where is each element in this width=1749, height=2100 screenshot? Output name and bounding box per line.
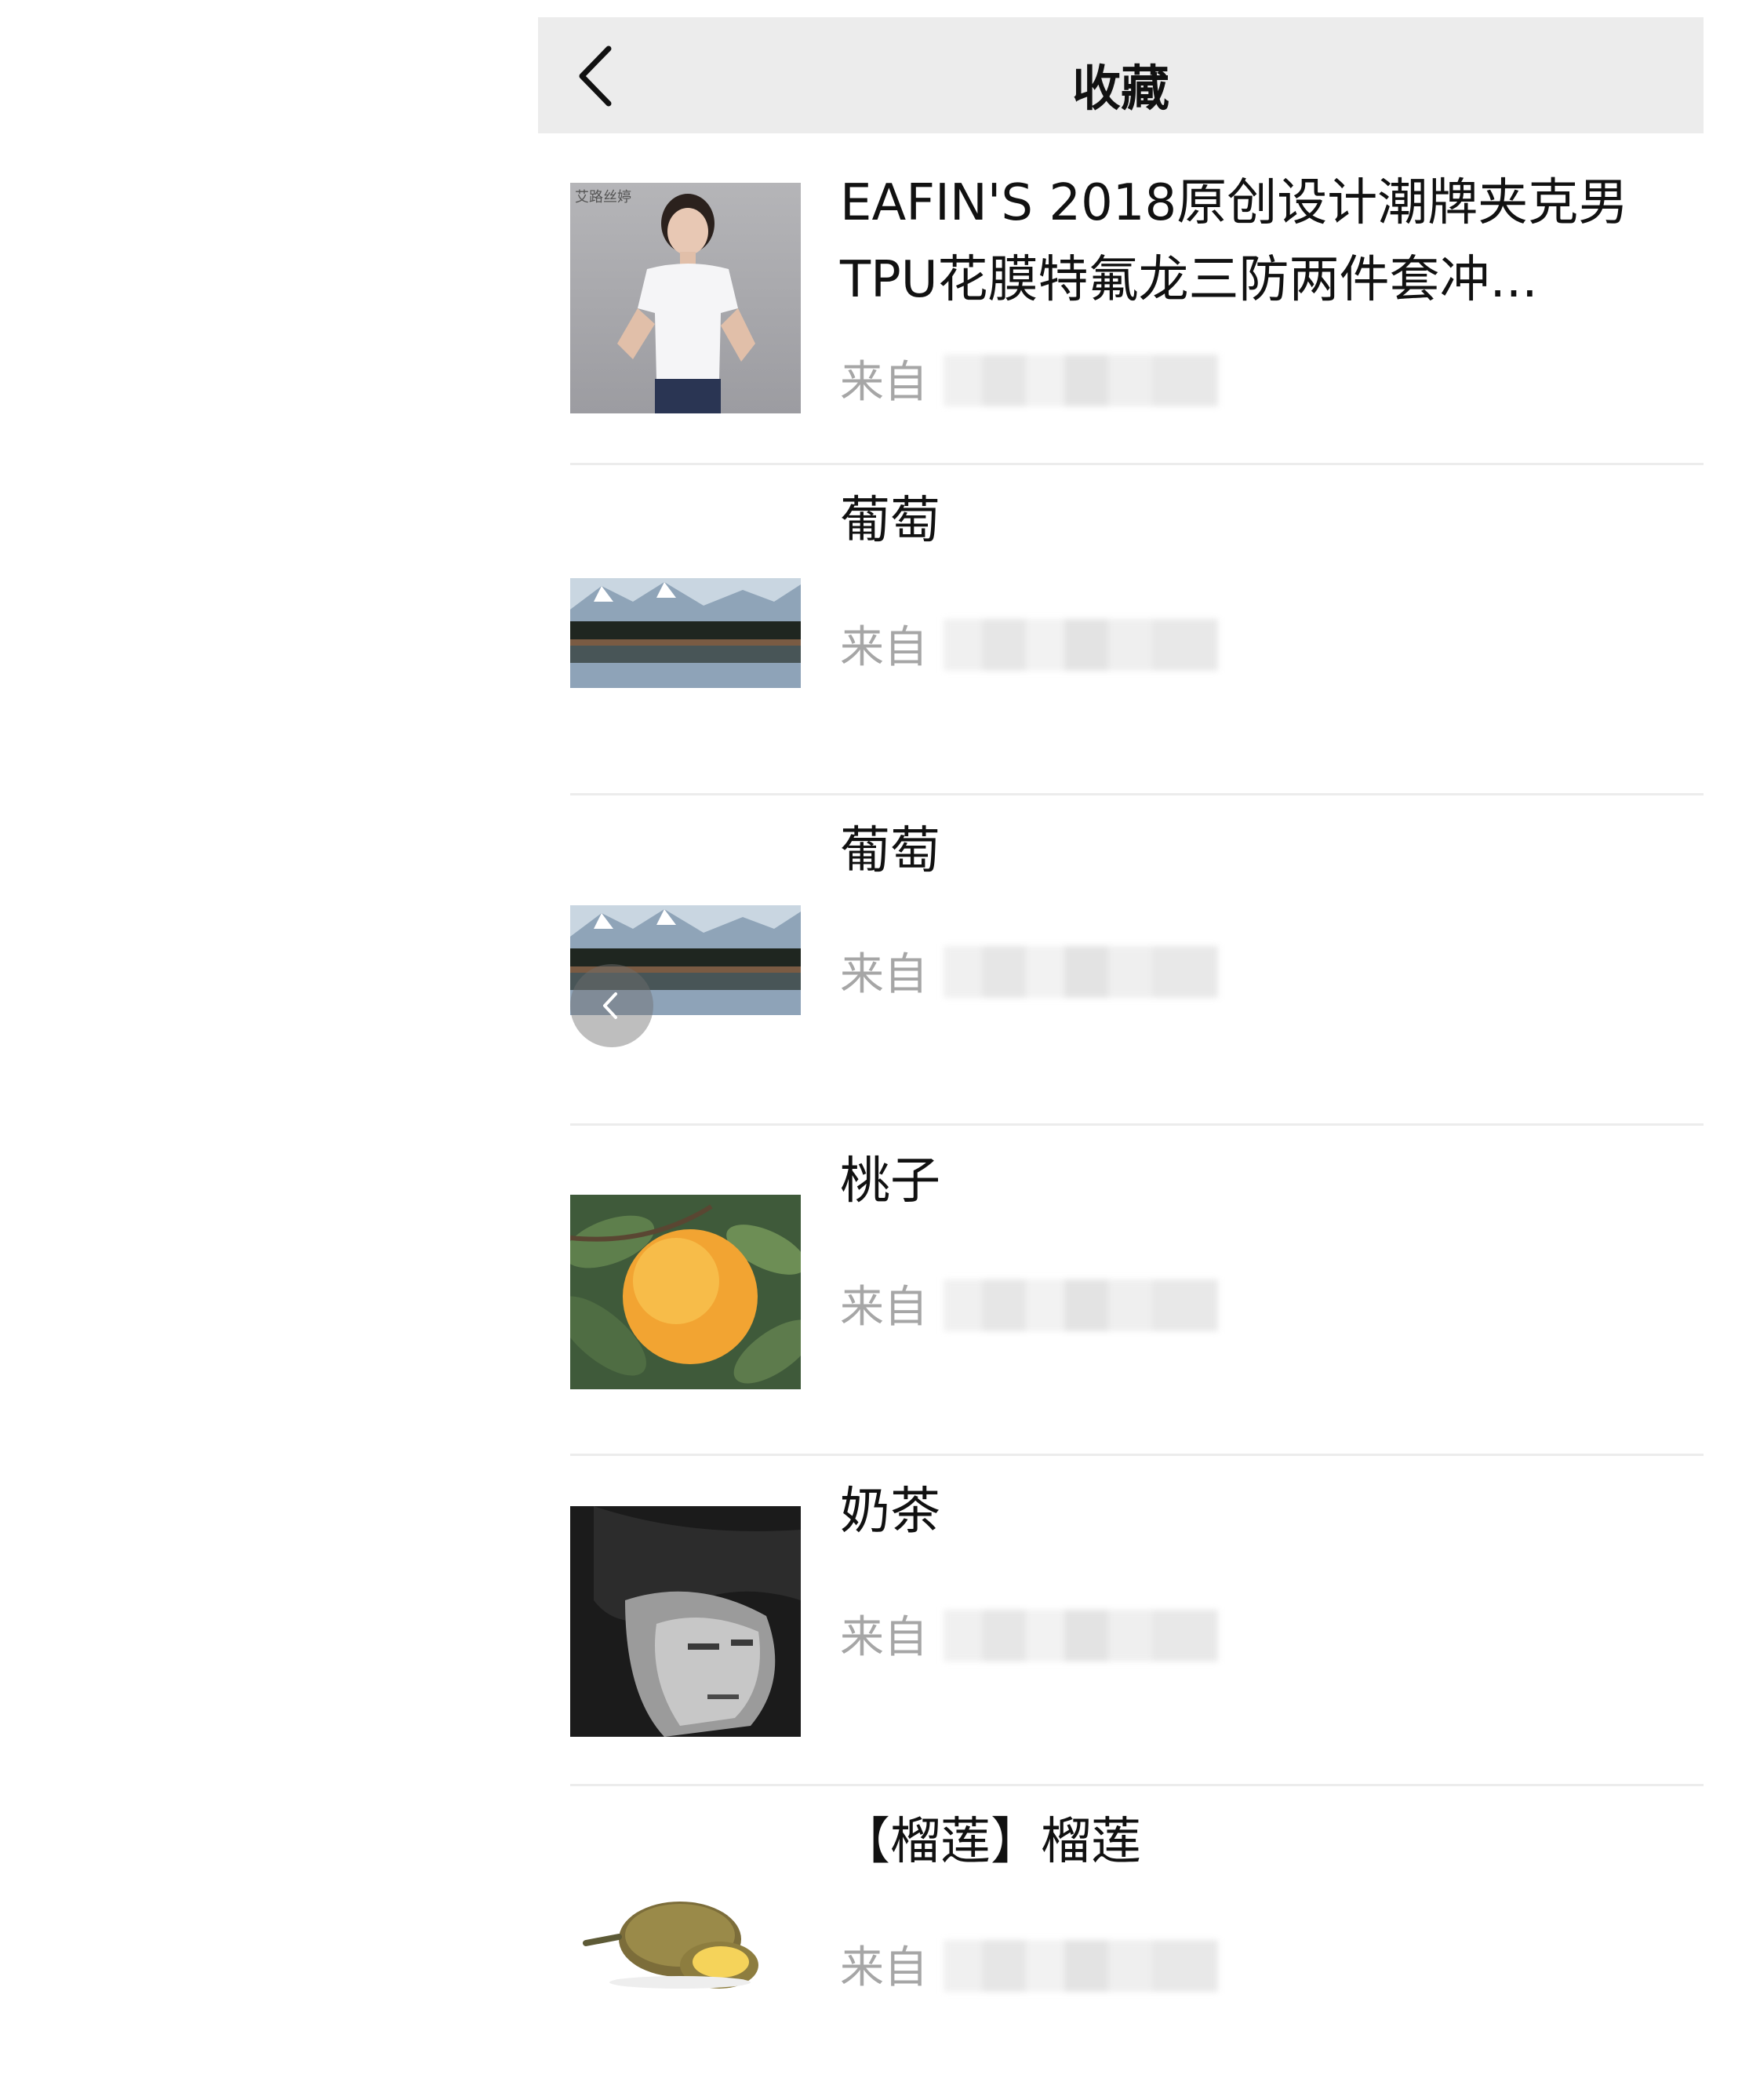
item-thumbnail	[570, 578, 801, 688]
list-item[interactable]: 奶茶 来自	[570, 1456, 1704, 1786]
list-item[interactable]: 【榴莲】榴莲 来自	[570, 1786, 1704, 2100]
item-source-label: 来自	[840, 1612, 928, 1663]
page-title: 收藏	[1071, 60, 1169, 117]
bw-portrait-image	[570, 1506, 801, 1737]
item-thumbnail	[570, 1195, 801, 1389]
item-source-blurred	[944, 1279, 1218, 1331]
swipe-back-button[interactable]	[570, 964, 653, 1047]
item-title: 葡萄	[840, 492, 940, 550]
nav-bar: 收藏	[538, 17, 1704, 133]
item-source-label: 来自	[840, 622, 928, 673]
item-source-label: 来自	[840, 1282, 928, 1333]
item-title: 桃子	[840, 1152, 940, 1210]
chevron-left-icon	[603, 992, 617, 1019]
favorites-list: 艾路丝婷 EAFIN'S 2018原创设计潮牌夹克男TPU花膜特氟龙三防两件套冲…	[570, 133, 1704, 2100]
item-source-blurred	[944, 619, 1218, 671]
watermark-text: 艾路丝婷	[575, 189, 631, 206]
list-item[interactable]: 葡萄 来自	[570, 795, 1704, 1126]
item-source-label: 来自	[840, 1942, 928, 1993]
item-title: EAFIN'S 2018原创设计潮牌夹克男TPU花膜特氟龙三防两件套冲...	[840, 174, 1629, 309]
item-source-blurred	[944, 1940, 1218, 1992]
item-title: 奶茶	[840, 1483, 940, 1541]
woman-tshirt-image: 艾路丝婷	[570, 183, 801, 413]
item-thumbnail: 艾路丝婷	[570, 183, 801, 413]
list-item[interactable]: 桃子 来自	[570, 1126, 1704, 1456]
peach-image	[570, 1195, 801, 1389]
item-thumbnail	[570, 1865, 801, 2014]
item-source-blurred	[944, 1610, 1218, 1661]
list-item[interactable]: 艾路丝婷 EAFIN'S 2018原创设计潮牌夹克男TPU花膜特氟龙三防两件套冲…	[570, 133, 1704, 465]
item-source-label: 来自	[840, 357, 928, 408]
mountain-lake-image	[570, 578, 801, 688]
list-item[interactable]: 葡萄 来自	[570, 465, 1704, 795]
durian-image	[570, 1865, 801, 2014]
item-source-label: 来自	[840, 949, 928, 1000]
item-source-blurred	[944, 355, 1218, 406]
item-title: 【榴莲】榴莲	[840, 1813, 1141, 1871]
item-source-blurred	[944, 946, 1218, 998]
item-title: 葡萄	[840, 822, 940, 880]
item-thumbnail	[570, 1506, 801, 1737]
